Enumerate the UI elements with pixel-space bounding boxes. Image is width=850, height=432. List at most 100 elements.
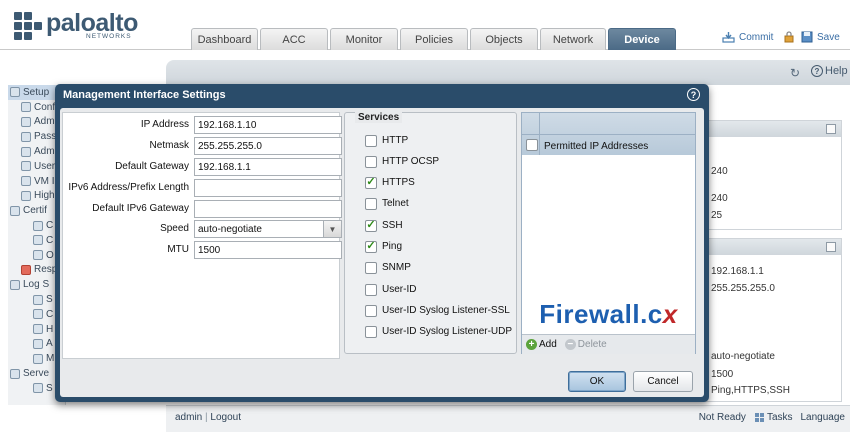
- admin-icon: [21, 116, 31, 127]
- permitted-ip-column-header[interactable]: Permitted IP Addresses: [544, 141, 648, 152]
- tab-monitor[interactable]: Monitor: [330, 28, 398, 50]
- lock-icon[interactable]: [783, 31, 795, 43]
- speed-label: Speed: [160, 223, 189, 234]
- service-https[interactable]: ✓ HTTPS: [365, 176, 415, 189]
- add-button[interactable]: + Add: [526, 339, 557, 350]
- tree-item-label: S: [46, 382, 53, 394]
- chevron-down-icon[interactable]: ▼: [323, 221, 341, 237]
- delete-button[interactable]: − Delete: [564, 339, 607, 350]
- tree-item-label: M: [46, 353, 55, 365]
- select-all-checkbox[interactable]: [526, 139, 538, 151]
- language-link[interactable]: Language: [801, 412, 846, 423]
- bg-value: Ping,HTTPS,SSH: [711, 385, 790, 396]
- service-label: HTTPS: [382, 177, 415, 188]
- sub-header-bar: ↻ ? Help: [166, 60, 850, 85]
- help-label: Help: [825, 65, 848, 77]
- services-group: Services HTTP HTTP OCSP ✓ HTTPS Telnet ✓ S…: [344, 112, 517, 354]
- ipv6-gateway-field[interactable]: [194, 200, 342, 218]
- checkbox-unchecked[interactable]: [365, 134, 377, 147]
- service-telnet[interactable]: Telnet: [365, 197, 409, 210]
- default-gateway-field[interactable]: [194, 158, 342, 176]
- refresh-icon[interactable]: ↻: [790, 66, 800, 80]
- service-label: Telnet: [382, 198, 409, 209]
- tab-policies[interactable]: Policies: [400, 28, 468, 50]
- cancel-button[interactable]: Cancel: [633, 371, 693, 392]
- panel-settings-icon[interactable]: [826, 124, 836, 134]
- checkbox-unchecked[interactable]: [365, 155, 377, 168]
- status-text: Not Ready: [698, 412, 746, 423]
- service-label: User-ID: [382, 284, 417, 295]
- server-icon: [33, 383, 43, 394]
- bg-value: 25: [711, 210, 723, 221]
- bg-value: auto-negotiate: [711, 351, 775, 362]
- service-label: HTTP: [382, 135, 409, 146]
- save-button[interactable]: Save: [801, 31, 840, 43]
- checkbox-unchecked[interactable]: [365, 261, 377, 274]
- bg-value: 240: [711, 166, 728, 177]
- footer-user: admin | Logout: [175, 412, 241, 423]
- vm-icon: [21, 176, 31, 187]
- commit-icon: [722, 32, 735, 43]
- certificate-icon: [33, 235, 43, 246]
- help-circle-icon: ?: [811, 65, 823, 77]
- checkbox-checked[interactable]: ✓: [365, 240, 377, 253]
- ok-button[interactable]: OK: [568, 371, 626, 392]
- bg-value: 255.255.255.0: [711, 283, 775, 294]
- management-interface-dialog: Management Interface Settings ? IP Addre…: [55, 84, 709, 402]
- checkbox-unchecked[interactable]: [365, 283, 377, 296]
- tab-device[interactable]: Device: [608, 28, 676, 50]
- tab-dashboard[interactable]: Dashboard: [191, 28, 258, 50]
- server-profiles-icon: [10, 368, 20, 379]
- service-label: HTTP OCSP: [382, 156, 440, 167]
- ip-address-field[interactable]: [194, 116, 342, 134]
- default-gateway-row: Default Gateway: [63, 158, 342, 177]
- checkbox-checked[interactable]: ✓: [365, 176, 377, 189]
- tree-item-label: Serve: [23, 368, 50, 380]
- speed-value: auto-negotiate: [198, 224, 262, 235]
- service-http[interactable]: HTTP: [365, 134, 408, 147]
- checkbox-checked[interactable]: ✓: [365, 219, 377, 232]
- footer-status: Not Ready Tasks Language: [699, 412, 845, 423]
- tasks-link[interactable]: Tasks: [754, 412, 793, 423]
- firewall-cx-watermark: Firewall.cx: [522, 299, 695, 330]
- minus-icon: −: [564, 339, 576, 350]
- commit-button[interactable]: Commit: [722, 31, 795, 43]
- checkbox-unchecked[interactable]: [365, 304, 377, 317]
- log-icon: [33, 309, 43, 320]
- tab-network[interactable]: Network: [540, 28, 606, 50]
- ipv6-address-field[interactable]: [194, 179, 342, 197]
- log-icon: [33, 324, 43, 335]
- service-ssh[interactable]: ✓ SSH: [365, 219, 403, 232]
- bg-value: 240: [711, 193, 728, 204]
- bg-value: 192.168.1.1: [711, 266, 764, 277]
- tab-objects[interactable]: Objects: [470, 28, 538, 50]
- default-gateway-label: Default Gateway: [115, 161, 189, 172]
- tab-acc[interactable]: ACC: [260, 28, 328, 50]
- help-link[interactable]: ? Help: [811, 65, 848, 77]
- panel-settings-icon[interactable]: [826, 242, 836, 252]
- admin-icon: [21, 146, 31, 157]
- service-user-id-syslog-ssl[interactable]: User-ID Syslog Listener-SSL: [365, 304, 510, 317]
- ipv6-address-label: IPv6 Address/Prefix Length: [68, 182, 189, 193]
- service-snmp[interactable]: SNMP: [365, 261, 411, 274]
- checkbox-unchecked[interactable]: [365, 197, 377, 210]
- netmask-field[interactable]: [194, 137, 342, 155]
- service-user-id-syslog-udp[interactable]: User-ID Syslog Listener-UDP: [365, 325, 512, 338]
- tasks-icon: [754, 413, 764, 422]
- ipv6-gateway-label: Default IPv6 Gateway: [92, 203, 189, 214]
- interface-form: IP Address Netmask Default Gateway IPv6 …: [62, 112, 342, 359]
- save-label: Save: [817, 31, 840, 43]
- speed-select[interactable]: auto-negotiate ▼: [194, 220, 342, 238]
- logout-link[interactable]: Logout: [210, 412, 241, 423]
- checkbox-unchecked[interactable]: [365, 325, 377, 338]
- ip-address-label: IP Address: [140, 119, 189, 130]
- service-user-id[interactable]: User-ID: [365, 283, 416, 296]
- mtu-field[interactable]: [194, 241, 342, 259]
- tree-item-label: C: [46, 220, 54, 232]
- certificate-icon: [10, 205, 20, 216]
- dialog-help-icon[interactable]: ?: [687, 88, 700, 101]
- service-ping[interactable]: ✓ Ping: [365, 240, 402, 253]
- plus-icon: +: [526, 339, 537, 350]
- services-title: Services: [355, 112, 403, 123]
- service-http-ocsp[interactable]: HTTP OCSP: [365, 155, 439, 168]
